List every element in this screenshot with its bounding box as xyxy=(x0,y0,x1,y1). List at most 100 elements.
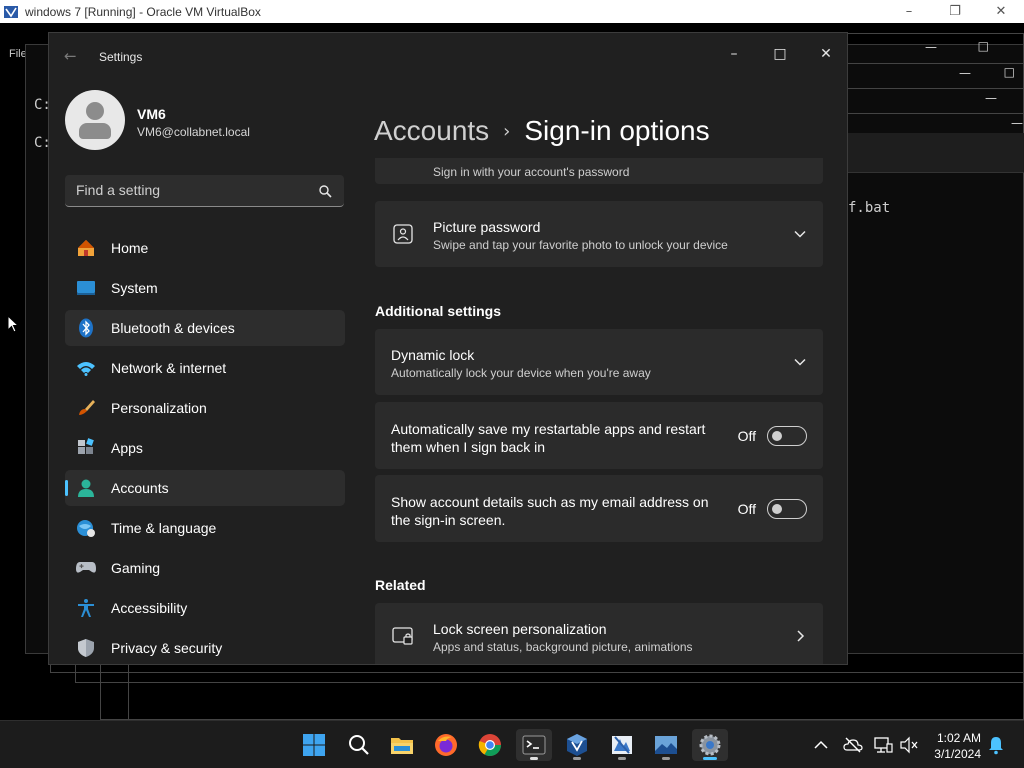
settings-button[interactable] xyxy=(692,729,728,761)
chevron-up-icon[interactable] xyxy=(811,735,831,755)
vbox-restore-button[interactable]: ❐ xyxy=(932,0,978,23)
gamepad-icon xyxy=(75,557,97,579)
sidebar-item-label: Bluetooth & devices xyxy=(111,320,235,336)
volume-muted-icon[interactable] xyxy=(899,735,919,755)
notification-bell-icon[interactable] xyxy=(986,735,1006,755)
sidebar-item-personalization[interactable]: Personalization xyxy=(65,390,345,426)
lock-screen-title: Lock screen personalization xyxy=(433,621,607,637)
dynamic-lock-desc: Automatically lock your device when you'… xyxy=(391,366,651,380)
vbox-window-title: windows 7 [Running] - Oracle VM VirtualB… xyxy=(25,4,261,19)
app-button[interactable] xyxy=(604,729,640,761)
restart-apps-title: Automatically save my restartable apps a… xyxy=(391,420,705,456)
account-details-toggle[interactable] xyxy=(767,499,807,519)
avatar-body-icon xyxy=(79,123,111,139)
restart-apps-title-line1: Automatically save my restartable apps a… xyxy=(391,421,706,437)
bg-minimize-icon[interactable]: — xyxy=(925,40,937,54)
bg-minimize-icon[interactable]: — xyxy=(985,91,997,105)
breadcrumb-parent[interactable]: Accounts xyxy=(374,115,489,147)
sidebar-item-bluetooth[interactable]: Bluetooth & devices xyxy=(65,310,345,346)
taskbar-search-button[interactable] xyxy=(341,729,377,761)
sidebar-nav: Home System Bluetooth & devices Network … xyxy=(65,230,345,664)
dynamic-lock-card[interactable]: Dynamic lock Automatically lock your dev… xyxy=(375,329,823,395)
file-explorer-button[interactable] xyxy=(384,729,420,761)
avatar-head-icon xyxy=(86,102,104,120)
bg-maximize-icon[interactable]: □ xyxy=(1004,65,1015,79)
network-icon[interactable] xyxy=(873,735,893,755)
sidebar-item-privacy-security[interactable]: Privacy & security xyxy=(65,630,345,664)
search-box[interactable] xyxy=(65,175,344,207)
virtualbox-button[interactable] xyxy=(559,729,595,761)
taskbar: 1:02 AM 3/1/2024 xyxy=(0,720,1024,768)
sidebar-item-label: Apps xyxy=(111,440,143,456)
picture-icon xyxy=(393,224,413,244)
accounts-icon xyxy=(75,477,97,499)
key-icon xyxy=(392,158,414,164)
sidebar-item-accessibility[interactable]: Accessibility xyxy=(65,590,345,626)
bg-minimize-icon[interactable]: — xyxy=(1011,116,1023,130)
firefox-button[interactable] xyxy=(428,729,464,761)
globe-clock-icon xyxy=(75,517,97,539)
chevron-down-icon[interactable] xyxy=(793,227,807,241)
sidebar-item-gaming[interactable]: Gaming xyxy=(65,550,345,586)
start-button[interactable] xyxy=(296,729,332,761)
sidebar-item-apps[interactable]: Apps xyxy=(65,430,345,466)
bg-minimize-icon[interactable]: — xyxy=(959,66,971,80)
sidebar-item-home[interactable]: Home xyxy=(65,230,345,266)
sidebar-item-accounts[interactable]: Accounts xyxy=(65,470,345,506)
photos-button[interactable] xyxy=(648,729,684,761)
minimize-button[interactable]: – xyxy=(714,41,754,67)
account-details-title: Show account details such as my email ad… xyxy=(391,493,709,529)
restart-apps-card: Automatically save my restartable apps a… xyxy=(375,402,823,469)
sidebar-item-label: Personalization xyxy=(111,400,207,416)
sidebar-item-label: Accounts xyxy=(111,480,169,496)
sidebar-item-time-language[interactable]: Time & language xyxy=(65,510,345,546)
system-icon xyxy=(75,277,97,299)
chrome-button[interactable] xyxy=(472,729,508,761)
running-indicator xyxy=(662,757,670,760)
chrome-icon xyxy=(478,734,501,756)
chevron-right-icon[interactable] xyxy=(793,629,807,643)
app-title: Settings xyxy=(99,50,143,64)
toggle-knob xyxy=(772,431,782,441)
active-indicator xyxy=(703,757,717,760)
page-title: Sign-in options xyxy=(524,115,710,146)
chevron-down-icon[interactable] xyxy=(793,355,807,369)
restart-apps-state: Off xyxy=(737,428,756,444)
photos-icon xyxy=(655,736,677,754)
password-card[interactable]: Sign in with your account's password xyxy=(375,158,823,184)
console-tabbar xyxy=(848,133,1024,173)
taskbar-clock[interactable]: 1:02 AM 3/1/2024 xyxy=(934,730,981,762)
toggle-knob xyxy=(772,504,782,514)
vbox-close-button[interactable]: ✕ xyxy=(978,0,1024,23)
firefox-icon xyxy=(435,734,457,756)
search-icon xyxy=(349,735,369,755)
lock-screen-card[interactable]: Lock screen personalization Apps and sta… xyxy=(375,603,823,664)
terminal-button[interactable] xyxy=(516,729,552,761)
vbox-minimize-button[interactable]: – xyxy=(886,0,932,23)
sidebar-item-system[interactable]: System xyxy=(65,270,345,306)
clock-time: 1:02 AM xyxy=(936,731,981,745)
start-icon xyxy=(303,734,325,756)
cloud-off-icon[interactable] xyxy=(843,735,863,755)
accessibility-icon xyxy=(75,597,97,619)
settings-window: ← Settings – □ ✕ VM6 VM6@collabnet.local xyxy=(48,32,848,665)
search-input[interactable] xyxy=(76,182,306,198)
maximize-button[interactable]: □ xyxy=(760,41,800,67)
avatar[interactable] xyxy=(65,90,125,150)
running-indicator xyxy=(573,757,581,760)
search-icon[interactable] xyxy=(318,184,332,198)
sidebar-item-network[interactable]: Network & internet xyxy=(65,350,345,386)
additional-settings-heading: Additional settings xyxy=(375,303,501,319)
account-details-title-line1: Show account details such as my email ad… xyxy=(391,494,709,510)
bg-maximize-icon[interactable]: □ xyxy=(978,39,989,53)
close-button[interactable]: ✕ xyxy=(806,41,846,67)
back-arrow-icon[interactable]: ← xyxy=(64,47,82,65)
account-details-card: Show account details such as my email ad… xyxy=(375,475,823,542)
picture-password-card[interactable]: Picture password Swipe and tap your favo… xyxy=(375,201,823,267)
restart-apps-toggle[interactable] xyxy=(767,426,807,446)
settings-content: Sign in with your account's password Pic… xyxy=(375,158,823,664)
chevron-right-icon: › xyxy=(503,120,511,142)
running-indicator xyxy=(618,757,626,760)
console-text: f.bat xyxy=(848,200,891,216)
dynamic-lock-title: Dynamic lock xyxy=(391,347,475,363)
